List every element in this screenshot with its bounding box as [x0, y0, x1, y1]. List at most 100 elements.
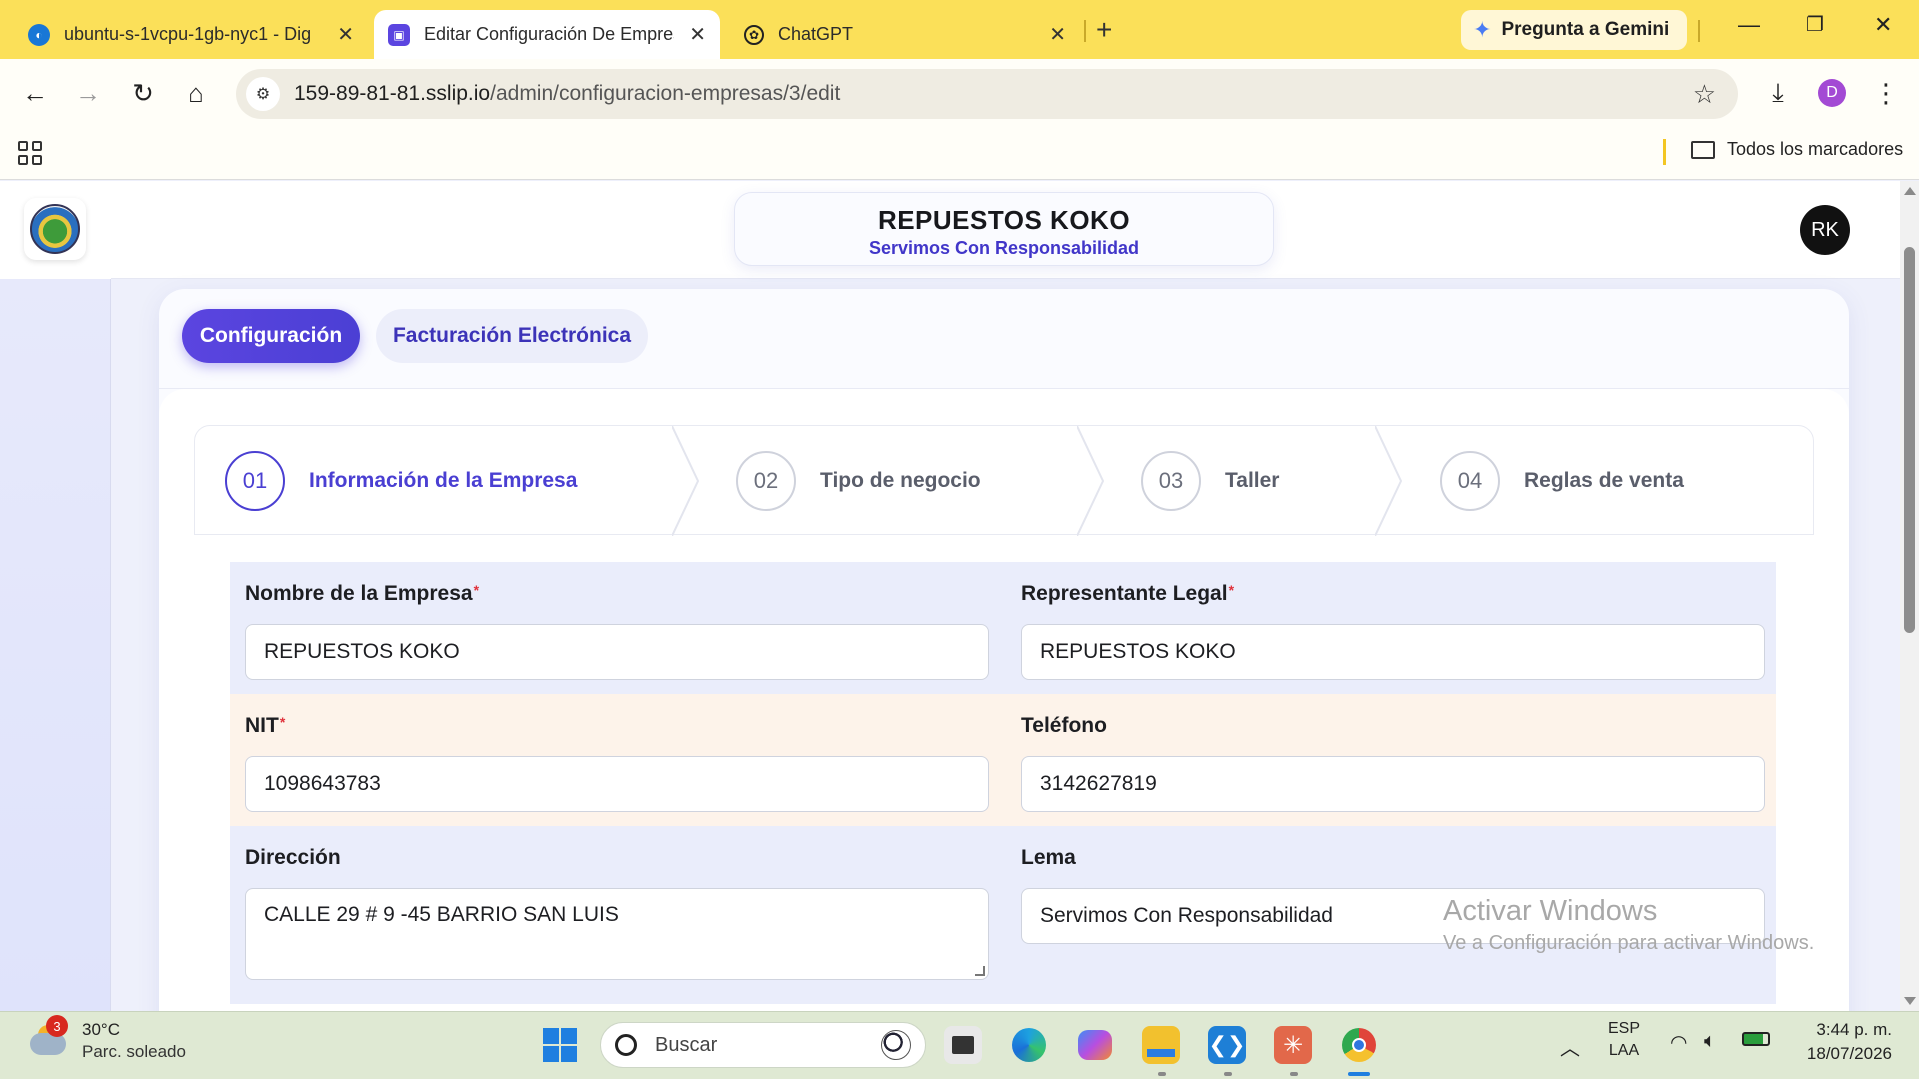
language-top: ESP	[1608, 1020, 1641, 1037]
step-informacion-empresa[interactable]: 01 Información de la Empresa	[225, 426, 577, 536]
app-running-indicator	[1224, 1072, 1232, 1076]
step-number: 01	[225, 451, 285, 511]
windows-taskbar: 3 30°C Parc. soleado Buscar ❮❯ ✳ ︿ ESP L…	[0, 1011, 1919, 1079]
edge-icon[interactable]	[1010, 1026, 1048, 1064]
tab-separator	[1084, 20, 1086, 42]
language-indicator[interactable]: ESP LAA	[1608, 1020, 1640, 1060]
form-row-nombre: Nombre de la Empresa* REPUESTOS KOKO Rep…	[230, 562, 1776, 694]
forward-arrow-icon[interactable]: →	[68, 73, 108, 113]
app-active-indicator	[1348, 1072, 1370, 1076]
tab-facturacion-electronica[interactable]: Facturación Electrónica	[376, 309, 648, 363]
weather-widget[interactable]: 3 30°C Parc. soleado	[28, 1015, 186, 1062]
page-scrollbar[interactable]	[1900, 181, 1919, 1011]
direccion-value: CALLE 29 # 9 -45 BARRIO SAN LUIS	[264, 903, 619, 926]
copilot-icon[interactable]	[1076, 1026, 1114, 1064]
volume-icon[interactable]: 🔈︎	[1704, 1030, 1716, 1053]
back-arrow-icon[interactable]: ←	[15, 73, 55, 113]
vscode-icon[interactable]: ❮❯	[1208, 1026, 1246, 1064]
all-bookmarks-button[interactable]: Todos los marcadores	[1691, 139, 1903, 160]
step-reglas-venta[interactable]: 04 Reglas de venta	[1440, 426, 1684, 536]
app-header: REPUESTOS KOKO Servimos Con Responsabili…	[111, 181, 1900, 279]
telefono-input[interactable]: 3142627819	[1021, 756, 1765, 812]
gemini-button[interactable]: ✦ Pregunta a Gemini	[1461, 10, 1687, 50]
nombre-empresa-input[interactable]: REPUESTOS KOKO	[245, 624, 989, 680]
claude-icon[interactable]: ✳	[1274, 1026, 1312, 1064]
clock-date: 18/07/2026	[1806, 1044, 1892, 1063]
weather-desc: Parc. soleado	[82, 1042, 186, 1061]
company-slogan: Servimos Con Responsabilidad	[868, 238, 1140, 258]
download-icon[interactable]: ⤓	[1758, 73, 1798, 113]
tab-configuracion[interactable]: Configuración	[182, 309, 360, 363]
search-icon	[615, 1034, 637, 1056]
close-icon[interactable]: ✕	[337, 22, 354, 47]
window-close-icon[interactable]: ✕	[1874, 12, 1892, 38]
user-avatar[interactable]: RK	[1800, 205, 1850, 255]
nit-input[interactable]: 1098643783	[245, 756, 989, 812]
site-settings-icon[interactable]: ⚙	[246, 77, 280, 111]
step-taller[interactable]: 03 Taller	[1141, 426, 1279, 536]
new-tab-button[interactable]: +	[1096, 14, 1112, 46]
step-tipo-negocio[interactable]: 02 Tipo de negocio	[736, 426, 981, 536]
url-host: 159-89-81-81.sslip.io	[294, 82, 491, 105]
nit-label: NIT*	[245, 714, 285, 738]
minimize-icon[interactable]: —	[1738, 12, 1760, 38]
wifi-icon[interactable]: ◠	[1670, 1030, 1687, 1055]
activate-windows-watermark: Activar Windows Ve a Configuración para …	[1443, 895, 1814, 955]
step-number: 04	[1440, 451, 1500, 511]
profile-avatar: D	[1818, 79, 1846, 107]
representante-label: Representante Legal*	[1021, 582, 1234, 606]
representante-label-text: Representante Legal	[1021, 582, 1228, 605]
direccion-textarea[interactable]: CALLE 29 # 9 -45 BARRIO SAN LUIS	[245, 888, 989, 980]
step-label: Taller	[1225, 469, 1280, 492]
weather-badge: 3	[46, 1015, 68, 1037]
company-logo[interactable]	[24, 198, 86, 260]
gemini-sparkle-icon: ✦	[1473, 17, 1492, 42]
close-icon[interactable]: ✕	[1049, 22, 1066, 47]
logo-emblem-icon	[30, 204, 80, 254]
step-chevron	[1077, 426, 1105, 536]
profile-button[interactable]: D	[1812, 73, 1852, 113]
chrome-icon[interactable]	[1340, 1026, 1378, 1064]
sidebar	[0, 181, 111, 1011]
tab-editar-configuracion[interactable]: ▣ Editar Configuración De Empres ✕	[374, 10, 720, 59]
scroll-thumb[interactable]	[1904, 247, 1915, 633]
company-name: REPUESTOS KOKO	[877, 205, 1131, 235]
task-view-icon[interactable]	[944, 1026, 982, 1064]
scroll-down-icon[interactable]	[1904, 997, 1916, 1005]
weather-temp: 30°C	[82, 1020, 120, 1039]
home-icon[interactable]: ⌂	[176, 73, 216, 113]
chatgpt-icon: ✿	[744, 24, 764, 45]
reload-icon[interactable]: ↻	[123, 73, 163, 113]
language-bottom: LAA	[1608, 1042, 1640, 1059]
show-hidden-icons-chevron-icon[interactable]: ︿	[1560, 1032, 1580, 1061]
bookmark-star-icon[interactable]: ☆	[1693, 79, 1716, 110]
watermark-subtitle: Ve a Configuración para activar Windows.	[1443, 932, 1815, 954]
app-running-indicator	[1290, 1072, 1298, 1076]
required-mark: *	[1228, 582, 1235, 598]
taskbar-clock[interactable]: 3:44 p. m. 18/07/2026	[1778, 1020, 1892, 1064]
folder-icon	[1691, 140, 1715, 159]
browser-toolbar: ← → ↻ ⌂ ⚙ 159-89-81-81.sslip.io/admin/co…	[0, 59, 1919, 129]
address-bar[interactable]: ⚙ 159-89-81-81.sslip.io/admin/configurac…	[236, 69, 1738, 119]
tab-digitalocean[interactable]: ◐ ubuntu-s-1vcpu-1gb-nyc1 - Dig ✕	[14, 10, 368, 59]
wizard-stepper: 01 Información de la Empresa 02 Tipo de …	[194, 425, 1814, 536]
representante-legal-input[interactable]: REPUESTOS KOKO	[1021, 624, 1765, 680]
apps-grid-icon[interactable]	[18, 141, 42, 165]
close-icon[interactable]: ✕	[689, 22, 706, 47]
direccion-label: Dirección	[245, 846, 341, 869]
resize-handle-icon[interactable]	[975, 966, 985, 976]
step-number: 02	[736, 451, 796, 511]
battery-icon[interactable]	[1742, 1032, 1770, 1051]
restore-icon[interactable]: ❐	[1806, 12, 1824, 37]
tab-separator	[1698, 20, 1700, 42]
menu-kebab-icon[interactable]: ⋮	[1866, 73, 1906, 113]
tab-chatgpt[interactable]: ✿ ChatGPT ✕	[730, 10, 1080, 59]
taskbar-search[interactable]: Buscar	[600, 1022, 926, 1068]
windows-start-icon[interactable]	[543, 1028, 577, 1062]
file-explorer-icon[interactable]	[1142, 1026, 1180, 1064]
step-chevron	[672, 426, 700, 536]
cart-icon: ▣	[388, 23, 410, 46]
url-text: 159-89-81-81.sslip.io/admin/configuracio…	[294, 82, 840, 106]
all-bookmarks-label: Todos los marcadores	[1727, 139, 1904, 159]
scroll-up-icon[interactable]	[1904, 187, 1916, 195]
